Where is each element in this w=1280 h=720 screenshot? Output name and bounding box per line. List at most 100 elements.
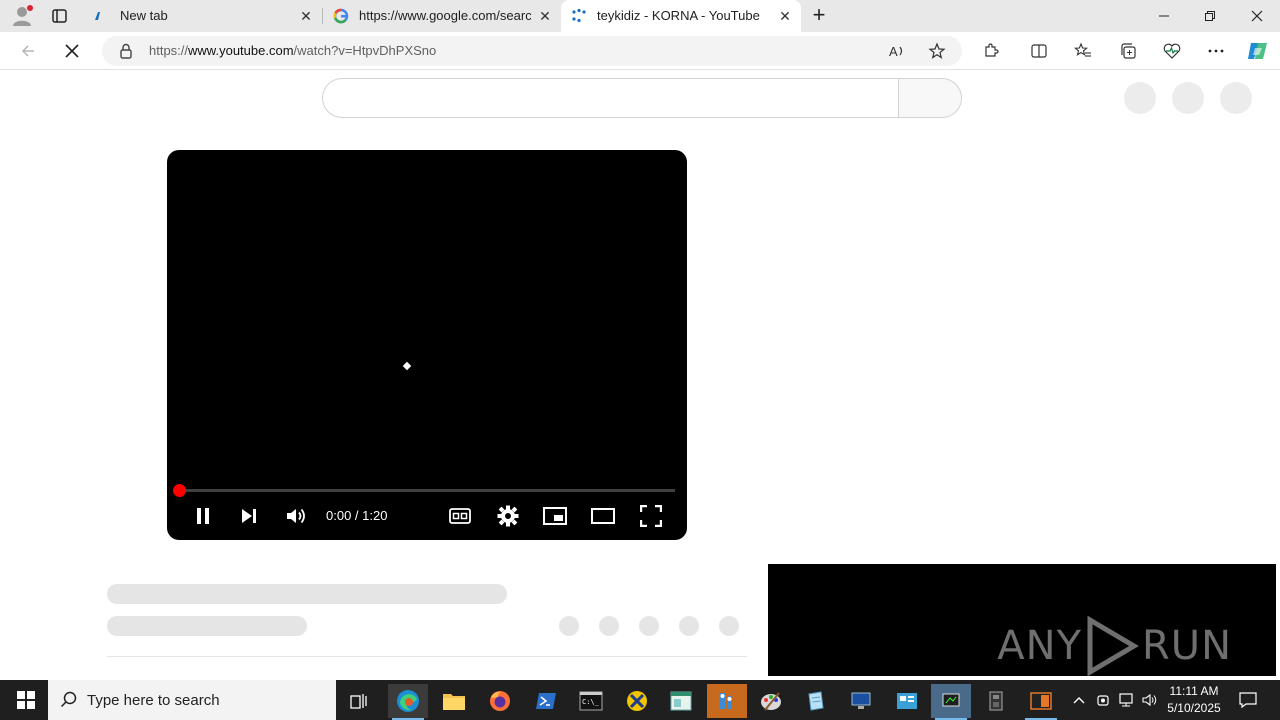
settings-button[interactable] xyxy=(493,502,523,530)
restore-icon xyxy=(1205,11,1215,21)
copilot-button[interactable] xyxy=(1244,38,1272,64)
split-screen-button[interactable] xyxy=(1025,38,1053,64)
next-button[interactable] xyxy=(235,502,263,530)
notifications-button[interactable] xyxy=(1237,690,1259,710)
active-app-button[interactable] xyxy=(931,684,971,720)
skip-next-icon xyxy=(242,509,256,523)
watermark-text: RUN xyxy=(1142,623,1232,669)
address-bar[interactable]: https://www.youtube.com/watch?v=HtpvDhPX… xyxy=(102,36,962,66)
settings-more-button[interactable] xyxy=(1202,38,1230,64)
tab-youtube[interactable]: teykidiz - KORNA - YouTube ✕ xyxy=(561,0,801,32)
subtitles-button[interactable] xyxy=(445,502,475,530)
close-window-button[interactable] xyxy=(1234,0,1280,32)
file-explorer-button[interactable] xyxy=(434,684,474,718)
progress-bar[interactable] xyxy=(179,489,675,492)
control-panel-icon xyxy=(897,693,917,709)
tab-actions-icon[interactable] xyxy=(50,7,70,25)
taskbar: Type here to search C:\_ 11:11 AM 5/10/2… xyxy=(0,680,1280,720)
heartbeat-icon xyxy=(1163,43,1181,59)
edge-taskbar-button[interactable] xyxy=(388,684,428,720)
tray-app-icon-button[interactable] xyxy=(1093,690,1113,710)
action-placeholder xyxy=(679,616,699,636)
firefox-button[interactable] xyxy=(480,684,520,718)
tool-app-button[interactable] xyxy=(707,684,747,718)
search-icon xyxy=(60,691,78,709)
powershell-icon xyxy=(536,693,556,709)
task-view-icon xyxy=(350,694,367,709)
header-placeholder-circle xyxy=(1220,82,1252,114)
tab-new-tab[interactable]: New tab ✕ xyxy=(84,0,322,32)
minimize-button[interactable] xyxy=(1141,0,1187,32)
read-aloud-icon[interactable]: A xyxy=(888,42,906,60)
close-icon[interactable]: ✕ xyxy=(777,8,793,24)
closed-captions-icon xyxy=(449,508,471,524)
header-placeholder-circle xyxy=(1124,82,1156,114)
volume-button[interactable] xyxy=(1140,690,1160,710)
browser-essentials-button[interactable] xyxy=(1158,38,1186,64)
watermark-text: ANY xyxy=(997,623,1082,669)
mouse-cursor-icon xyxy=(402,361,412,371)
pause-icon xyxy=(197,508,209,524)
extensions-button[interactable] xyxy=(977,38,1005,64)
notes-app-button[interactable] xyxy=(796,684,836,718)
paint-app-button[interactable] xyxy=(751,684,791,718)
show-hidden-icons-button[interactable] xyxy=(1069,690,1089,710)
taskbar-search-input[interactable]: Type here to search xyxy=(48,680,336,720)
favorites-icon xyxy=(1074,42,1091,57)
close-icon[interactable]: ✕ xyxy=(537,8,553,24)
task-view-button[interactable] xyxy=(340,684,380,718)
navigation-bar: https://www.youtube.com/watch?v=HtpvDhPX… xyxy=(0,32,1280,70)
minimize-icon xyxy=(1159,15,1169,17)
lock-icon[interactable] xyxy=(119,43,133,59)
tray-app-icon xyxy=(1097,695,1109,706)
anyrun-watermark: ANY RUN xyxy=(997,616,1232,676)
tab-strip: New tab ✕ https://www.google.com/search … xyxy=(0,0,1280,32)
video-player[interactable]: 0:00 / 1:20 xyxy=(167,150,687,540)
progress-scrubber[interactable] xyxy=(172,484,186,497)
fullscreen-button[interactable] xyxy=(637,502,665,530)
viewer-app-button[interactable] xyxy=(1021,684,1061,720)
profile-icon[interactable] xyxy=(10,5,34,27)
search-input[interactable] xyxy=(322,78,899,118)
more-dots-icon xyxy=(1208,49,1224,53)
pause-button[interactable] xyxy=(189,502,217,530)
back-arrow-icon xyxy=(21,45,34,57)
tab-google-search[interactable]: https://www.google.com/search ✕ xyxy=(323,0,561,32)
clock-date: 5/10/2025 xyxy=(1167,701,1221,715)
window-app-button[interactable] xyxy=(661,684,701,718)
network-icon xyxy=(1119,693,1133,707)
monitor-icon xyxy=(851,692,871,709)
collections-button[interactable] xyxy=(1114,38,1142,64)
control-panel-button[interactable] xyxy=(887,684,927,718)
mute-button[interactable] xyxy=(281,502,311,530)
network-button[interactable] xyxy=(1116,690,1136,710)
favorite-star-icon[interactable] xyxy=(928,42,946,60)
archive-app-button[interactable] xyxy=(976,684,1016,718)
close-icon[interactable]: ✕ xyxy=(298,8,314,24)
remote-app-button[interactable] xyxy=(841,684,881,718)
miniplayer-button[interactable] xyxy=(541,502,569,530)
back-button[interactable] xyxy=(14,38,42,64)
start-button[interactable] xyxy=(4,680,48,720)
watermark-overlay: ANY RUN xyxy=(768,564,1276,676)
search-button[interactable] xyxy=(898,78,962,118)
restore-button[interactable] xyxy=(1187,0,1233,32)
action-placeholder xyxy=(559,616,579,636)
favorites-button[interactable] xyxy=(1069,38,1097,64)
powershell-button[interactable] xyxy=(526,684,566,718)
theater-mode-button[interactable] xyxy=(589,502,617,530)
new-tab-button[interactable]: + xyxy=(808,3,830,27)
action-placeholder xyxy=(719,616,739,636)
action-placeholder xyxy=(639,616,659,636)
command-prompt-button[interactable]: C:\_ xyxy=(571,684,611,718)
svg-text:A: A xyxy=(889,44,898,59)
system-clock[interactable]: 11:11 AM 5/10/2025 xyxy=(1162,683,1226,717)
stop-loading-button[interactable] xyxy=(58,38,86,64)
url-host: www.youtube.com xyxy=(188,43,294,58)
volume-icon xyxy=(287,508,305,524)
app-x-button[interactable] xyxy=(617,684,657,718)
edge-icon xyxy=(397,690,419,712)
url-text[interactable]: https://www.youtube.com/watch?v=HtpvDhPX… xyxy=(149,43,436,58)
terminal-icon: C:\_ xyxy=(579,691,603,711)
close-icon xyxy=(65,44,79,58)
